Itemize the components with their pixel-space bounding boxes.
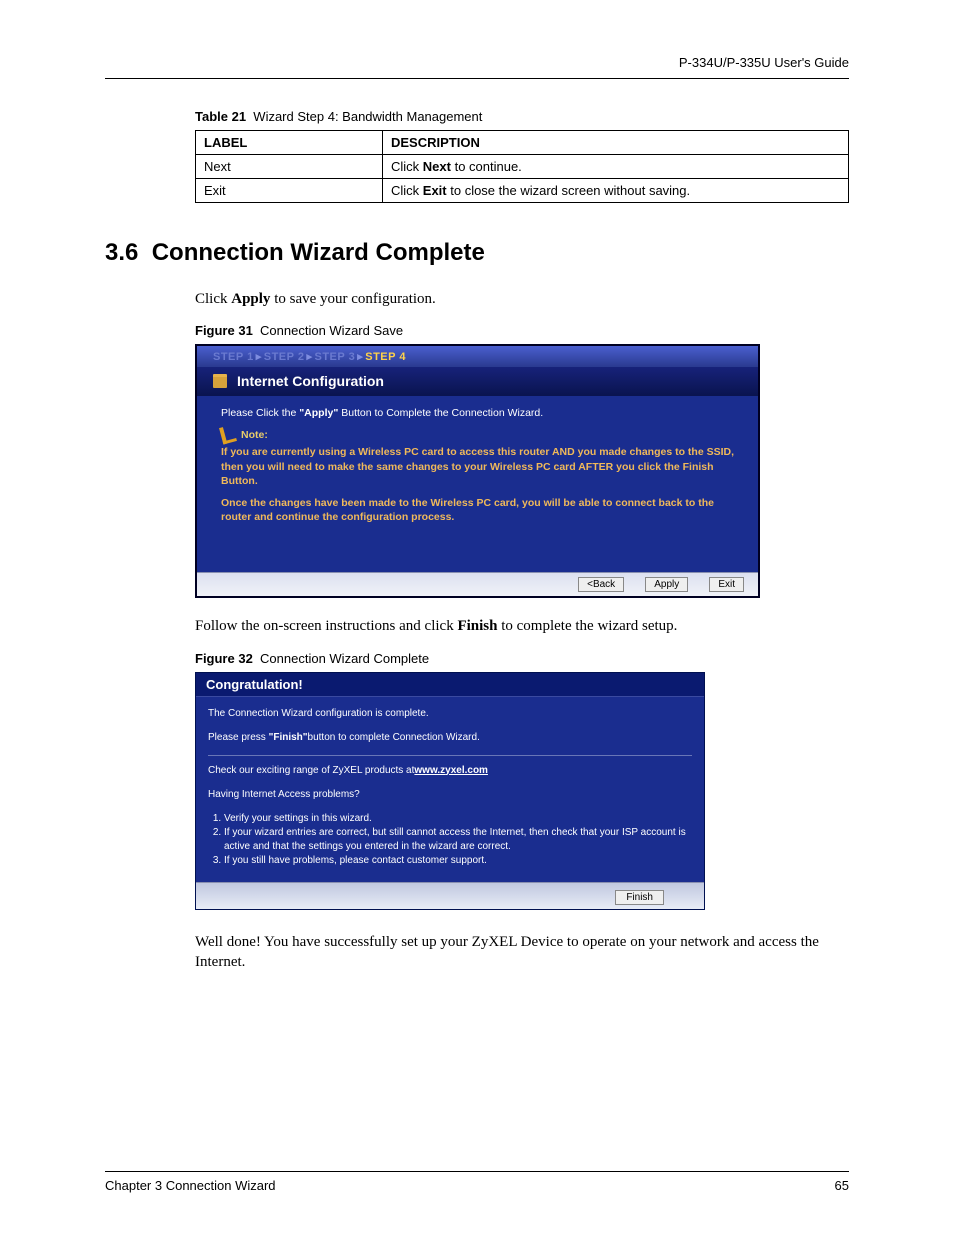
folder-icon — [213, 374, 227, 388]
list-item: Verify your settings in this wizard. — [224, 812, 692, 826]
exit-button[interactable]: Exit — [709, 577, 744, 592]
wizard-body: Please Click the "Apply" Button to Compl… — [197, 395, 758, 572]
row0-desc: Click Next to continue. — [383, 155, 849, 179]
table21-col-desc: DESCRIPTION — [383, 131, 849, 155]
congratulation-body: The Connection Wizard configuration is c… — [196, 697, 704, 882]
figure32-caption: Figure 32 Connection Wizard Complete — [195, 651, 849, 666]
finish-button[interactable]: Finish — [615, 890, 664, 905]
wizard-step-active: STEP 4 — [365, 351, 406, 363]
wizard-step-bar: STEP 1▸STEP 2▸STEP 3▸STEP 4 — [197, 346, 758, 367]
row0-label: Next — [196, 155, 383, 179]
cong-line1: The Connection Wizard configuration is c… — [208, 707, 692, 721]
note-label: Note: — [241, 428, 268, 442]
closing-paragraph: Well done! You have successfully set up … — [195, 932, 849, 973]
page-footer: Chapter 3 Connection Wizard 65 — [105, 1171, 849, 1193]
section-p1: Click Apply to save your configuration. — [195, 289, 849, 309]
table-row: Exit Click Exit to close the wizard scre… — [196, 179, 849, 203]
table21-col-label: LABEL — [196, 131, 383, 155]
zyxel-link[interactable]: www.zyxel.com — [414, 765, 488, 776]
cong-line2: Please press "Finish"button to complete … — [208, 731, 692, 745]
divider — [208, 755, 692, 756]
cong-button-bar: Finish — [196, 882, 704, 909]
wizard-title-bar: Internet Configuration — [197, 367, 758, 395]
cong-line4: Having Internet Access problems? — [208, 788, 692, 802]
back-button[interactable]: <Back — [578, 577, 624, 592]
table21-caption: Table 21 Wizard Step 4: Bandwidth Manage… — [195, 109, 849, 124]
note-p1: If you are currently using a Wireless PC… — [221, 445, 734, 488]
wizard-button-bar: <Back Apply Exit — [197, 572, 758, 596]
header-rule — [105, 78, 849, 79]
running-header: P-334U/P-335U User's Guide — [105, 55, 849, 70]
mid-paragraph: Follow the on-screen instructions and cl… — [195, 616, 849, 636]
table21: LABEL DESCRIPTION Next Click Next to con… — [195, 130, 849, 203]
table-row: Next Click Next to continue. — [196, 155, 849, 179]
figure32: Congratulation! The Connection Wizard co… — [195, 672, 705, 910]
row1-label: Exit — [196, 179, 383, 203]
section-title: Connection Wizard Complete — [152, 239, 485, 266]
troubleshoot-list: Verify your settings in this wizard. If … — [208, 812, 692, 868]
section-number: 3.6 — [105, 239, 138, 266]
note-p2: Once the changes have been made to the W… — [221, 496, 734, 524]
footer-page-number: 65 — [835, 1178, 849, 1193]
list-item: If your wizard entries are correct, but … — [224, 826, 692, 854]
section-heading: 3.6 Connection Wizard Complete — [105, 239, 849, 267]
wizard-title-text: Internet Configuration — [237, 373, 384, 389]
cong-line3: Check our exciting range of ZyXEL produc… — [208, 764, 692, 778]
row1-desc: Click Exit to close the wizard screen wi… — [383, 179, 849, 203]
list-item: If you still have problems, please conta… — [224, 854, 692, 868]
congratulation-title: Congratulation! — [196, 673, 704, 697]
table21-caption-text: Wizard Step 4: Bandwidth Management — [253, 109, 482, 124]
table21-caption-bold: Table 21 — [195, 109, 246, 124]
figure31: STEP 1▸STEP 2▸STEP 3▸STEP 4 Internet Con… — [195, 344, 760, 598]
note-icon — [219, 425, 237, 445]
apply-button[interactable]: Apply — [645, 577, 688, 592]
footer-chapter: Chapter 3 Connection Wizard — [105, 1178, 276, 1193]
figure31-caption: Figure 31 Connection Wizard Save — [195, 323, 849, 338]
